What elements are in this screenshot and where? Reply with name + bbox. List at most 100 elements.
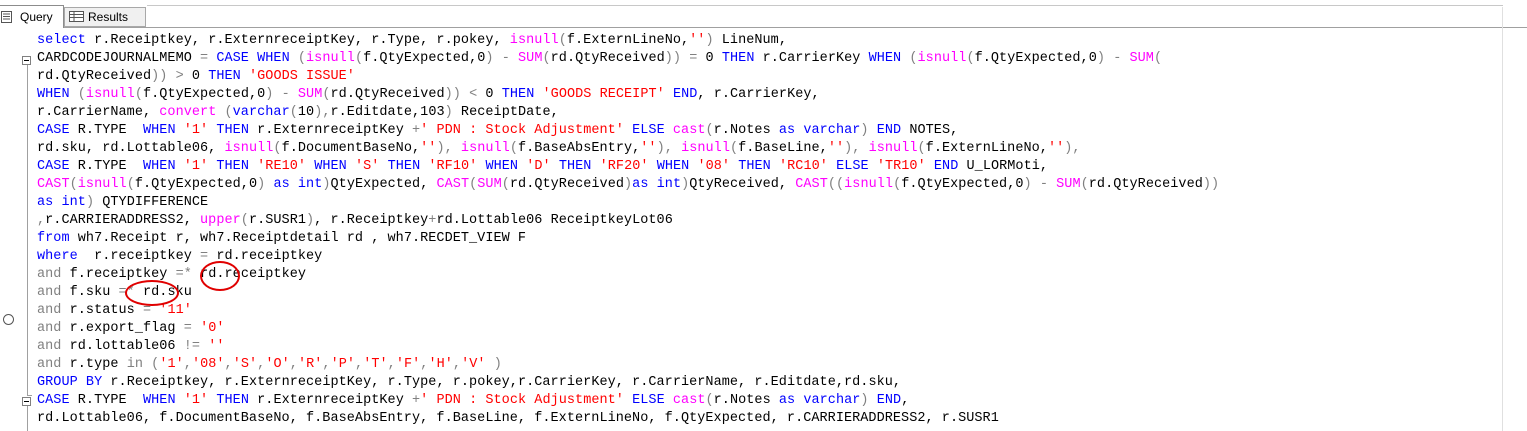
tab-results[interactable]: Results <box>64 7 146 27</box>
code-token: '08' <box>191 357 225 372</box>
code-line[interactable]: where r.receiptkey = rd.receiptkey <box>37 248 322 266</box>
code-token: - <box>281 87 290 102</box>
code-line[interactable]: and f.receiptkey =* rd.receiptkey <box>37 266 306 284</box>
code-token: WHEN <box>257 51 290 66</box>
code-line[interactable]: CASE R.TYPE WHEN '1' THEN r.Externreceip… <box>37 392 909 410</box>
code-token: '11' <box>159 303 192 318</box>
code-line[interactable]: select r.Receiptkey, r.ExternreceiptKey,… <box>37 32 787 50</box>
code-token: 0 <box>183 69 209 84</box>
code-line[interactable]: CASE R.TYPE WHEN '1' THEN 'RE10' WHEN 'S… <box>37 158 1048 176</box>
code-token: ( <box>69 177 78 192</box>
code-token: r.status <box>61 303 143 318</box>
outline-end-tick <box>27 395 32 396</box>
code-token: WHEN <box>485 159 519 174</box>
code-token: 'O' <box>265 357 290 372</box>
code-token: THEN <box>558 159 592 174</box>
code-line[interactable]: GROUP BY r.Receiptkey, r.ExternreceiptKe… <box>37 374 901 392</box>
code-token: isnull <box>844 177 894 192</box>
code-token: rd.sku, rd.Lottable06, <box>37 141 225 156</box>
breakpoint-circle-icon[interactable] <box>3 314 14 325</box>
code-token: THEN <box>216 123 249 138</box>
code-token: THEN <box>216 393 249 408</box>
code-token: f.ExternLineNo, <box>925 141 1048 156</box>
code-token: ( <box>354 51 364 66</box>
code-token: ) <box>85 195 95 210</box>
code-line[interactable]: CASE R.TYPE WHEN '1' THEN r.Externreceip… <box>37 122 958 140</box>
code-line[interactable]: CAST(isnull(f.QtyExpected,0) as int)QtyE… <box>37 176 1219 194</box>
code-token: SUM <box>477 177 502 192</box>
code-token: ( <box>134 87 143 102</box>
code-token: '1' <box>183 393 209 408</box>
code-token: isnull <box>224 141 274 156</box>
code-line[interactable]: and r.type in ('1','08','S','O','R','P',… <box>37 356 502 374</box>
code-token: r.Receiptkey, r.ExternreceiptKey, r.Type… <box>102 375 902 390</box>
code-line[interactable]: r.CarrierName, convert (varchar(10),r.Ed… <box>37 104 559 122</box>
code-line[interactable]: rd.sku, rd.Lottable06, isnull(f.Document… <box>37 140 1081 158</box>
annotation-circle <box>125 280 179 306</box>
code-token: 'GOODS ISSUE' <box>248 69 355 84</box>
code-line[interactable]: as int) QTYDIFFERENCE <box>37 194 208 212</box>
code-token: and <box>37 339 62 354</box>
code-token: int <box>61 195 86 210</box>
code-line[interactable]: and rd.lottable06 != '' <box>37 338 225 356</box>
code-token: END <box>672 87 698 102</box>
code-token: ' PDN : Stock Adjustment' <box>420 393 624 408</box>
code-token: ELSE <box>632 393 665 408</box>
code-line[interactable]: and r.export_flag = '0' <box>37 320 225 338</box>
code-token: WHEN <box>142 393 176 408</box>
code-token: )) <box>1202 177 1220 192</box>
code-line[interactable]: CARDCODEJOURNALMEMO = CASE WHEN (isnull(… <box>37 50 1162 68</box>
code-token: ) <box>1096 51 1106 66</box>
code-token: 'RC10' <box>778 159 828 174</box>
code-token: 'H' <box>428 357 453 372</box>
code-line[interactable]: from wh7.Receipt r, wh7.Receiptdetail rd… <box>37 230 526 248</box>
code-token: as <box>37 195 54 210</box>
code-token: isnull <box>681 141 730 156</box>
code-token: ), <box>436 141 453 156</box>
code-token: , <box>183 357 192 372</box>
code-token: ( <box>966 51 975 66</box>
code-token: , <box>322 357 331 372</box>
code-token: f.QtyExpected,0 <box>974 51 1097 66</box>
code-token: f.QtyExpected,0 <box>134 177 258 192</box>
code-token: - <box>1039 177 1048 192</box>
code-token: - <box>501 51 510 66</box>
code-line[interactable]: rd.QtyReceived)) > 0 THEN 'GOODS ISSUE' <box>37 68 355 86</box>
code-line[interactable]: ,r.CARRIERADDRESS2, upper(r.SUSR1), r.Re… <box>37 212 673 230</box>
code-token: ( <box>542 51 551 66</box>
code-token: r.receiptkey <box>77 249 201 264</box>
code-token: 'R' <box>297 357 323 372</box>
code-token: as <box>778 123 796 138</box>
code-token: ) <box>322 177 331 192</box>
code-token: ( <box>297 51 307 66</box>
code-token: , <box>452 357 462 372</box>
code-token: ELSE <box>836 159 869 174</box>
code-token: f.BaseLine, <box>738 141 828 156</box>
code-token: , r.CarrierKey, <box>697 87 820 102</box>
tab-query[interactable]: Query <box>0 5 64 28</box>
collapse-toggle-icon[interactable] <box>22 56 31 65</box>
code-token: convert <box>159 105 217 120</box>
code-token: ReceiptDate, <box>452 105 559 120</box>
code-line[interactable]: rd.Lottable06, f.DocumentBaseNo, f.BaseA… <box>37 410 999 428</box>
code-line[interactable]: WHEN (isnull(f.QtyExpected,0) - SUM(rd.Q… <box>37 86 820 104</box>
code-token: THEN <box>208 69 241 84</box>
outline-line <box>27 406 28 431</box>
code-token: '' <box>827 141 845 156</box>
code-token: rd.QtyReceived <box>37 69 152 84</box>
collapse-toggle-icon[interactable] <box>22 397 31 406</box>
code-token: isnull <box>868 141 918 156</box>
sql-editor[interactable]: select r.Receiptkey, r.ExternreceiptKey,… <box>37 32 1527 431</box>
code-line[interactable]: and r.status = '11' <box>37 302 192 320</box>
